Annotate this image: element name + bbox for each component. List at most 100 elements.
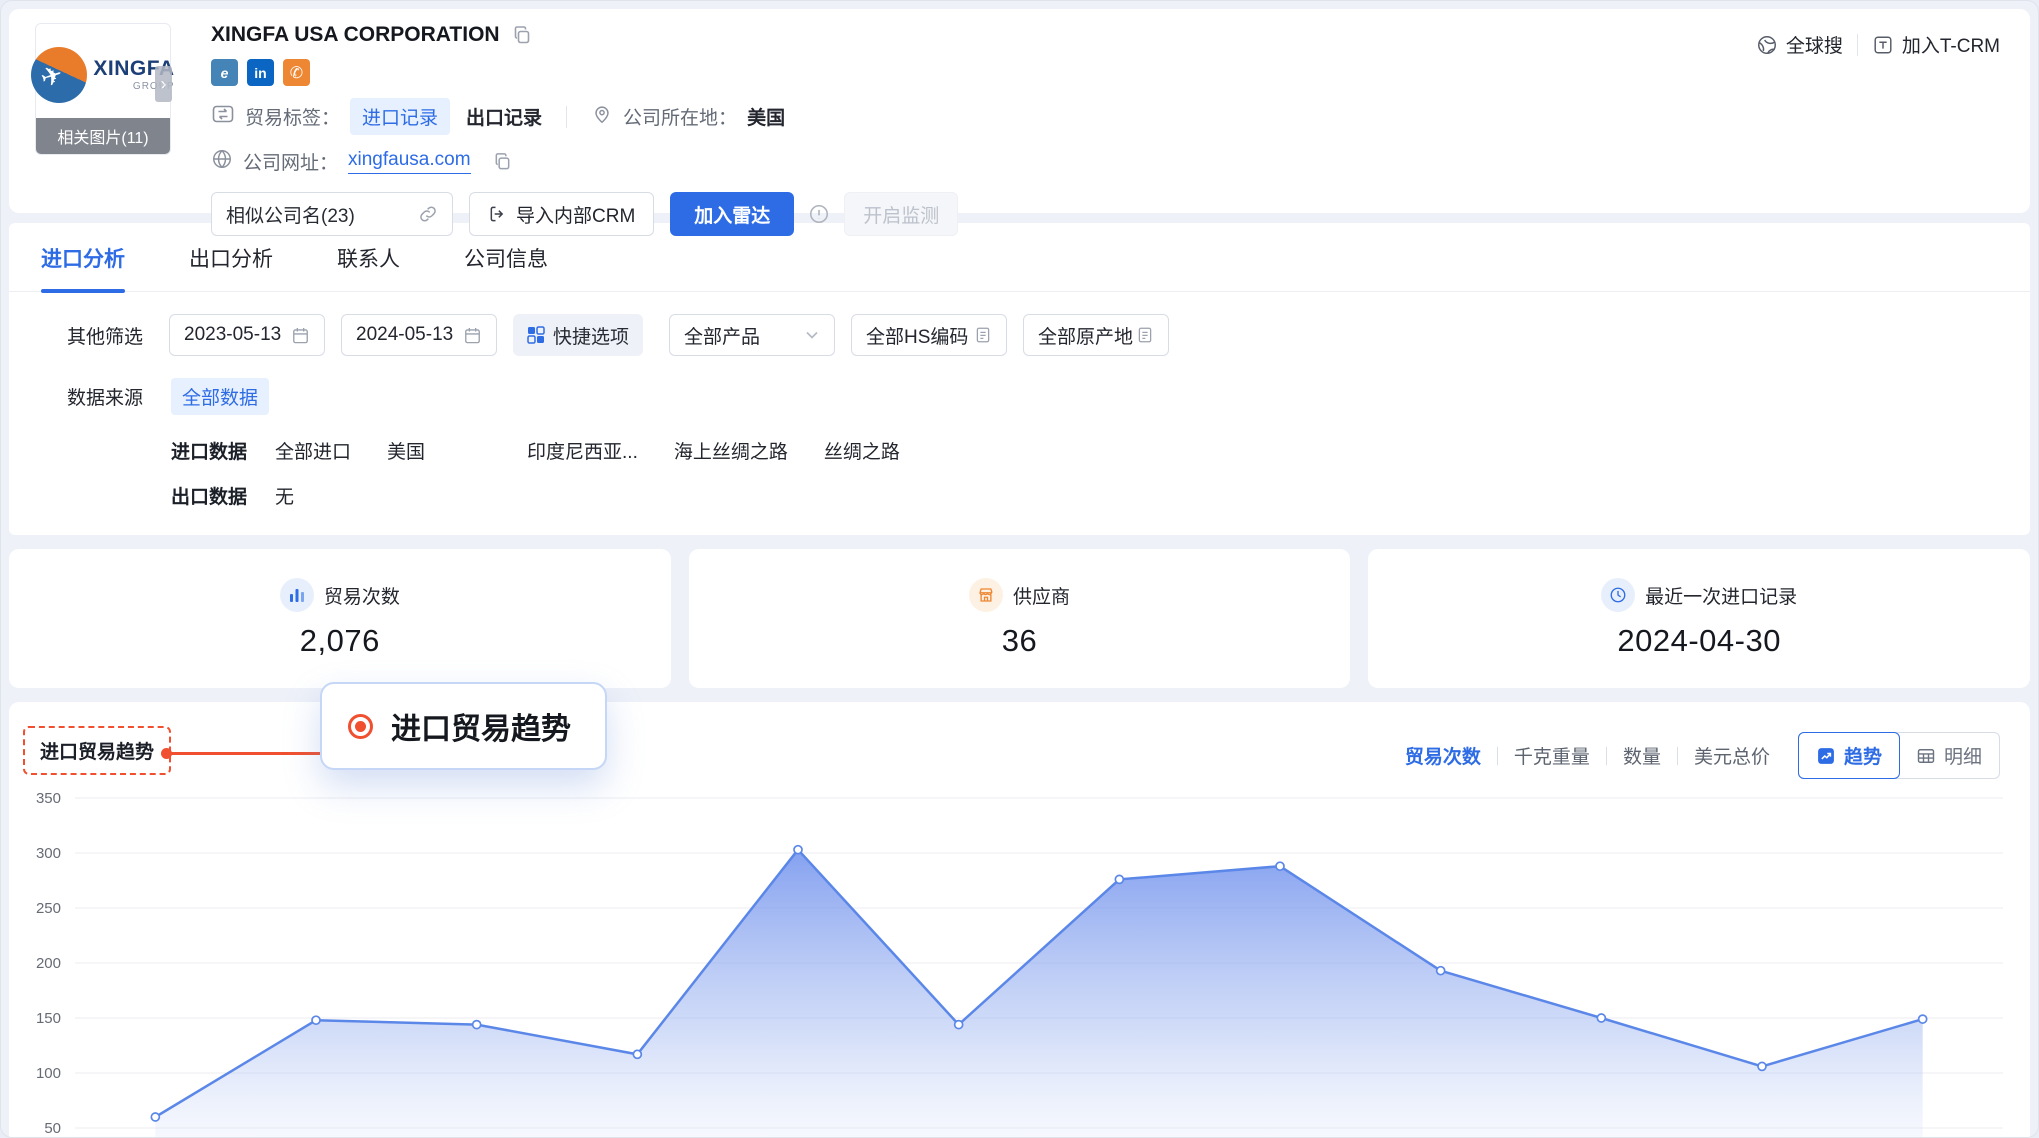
location-label: 公司所在地： <box>623 103 737 130</box>
all-hs-codes-value: 全部HS编码 <box>866 322 968 349</box>
company-location: 美国 <box>747 103 785 130</box>
location-pin-icon <box>591 103 613 130</box>
all-data-chip[interactable]: 全部数据 <box>171 378 269 415</box>
trend-icon <box>1816 746 1836 766</box>
export-data-value: 无 <box>275 482 294 509</box>
tab-export-analysis[interactable]: 出口分析 <box>189 243 273 291</box>
stat-card-suppliers: 供应商 36 <box>689 549 1351 688</box>
company-logo: ✈ XINGFA GROUP <box>36 24 170 120</box>
export-data-row: 出口数据 无 <box>9 482 2030 509</box>
copy-icon[interactable] <box>512 25 532 45</box>
company-info: XINGFA USA CORPORATION e in ✆ 贸易标签： 进口记录… <box>211 23 958 203</box>
chevron-down-icon <box>804 327 820 343</box>
grid-icon <box>527 326 545 344</box>
social-links: e in ✆ <box>211 59 958 86</box>
trade-tags-icon <box>211 102 235 131</box>
view-toggle: 趋势 明细 <box>1798 732 2000 779</box>
store-icon <box>969 578 1003 612</box>
table-icon <box>1916 746 1936 766</box>
phone-icon[interactable]: ✆ <box>283 59 310 86</box>
tab-contacts[interactable]: 联系人 <box>337 243 400 291</box>
svg-text:50: 50 <box>44 1120 61 1137</box>
start-monitor-label: 开启监测 <box>863 201 939 228</box>
import-source-item: 美国 <box>387 437 425 464</box>
tag-export-records[interactable]: 出口记录 <box>466 103 542 130</box>
toggle-trend-view[interactable]: 趋势 <box>1798 732 1900 779</box>
stat-value: 2024-04-30 <box>1617 623 1781 659</box>
calendar-icon <box>291 326 310 345</box>
date-to-value: 2024-05-13 <box>356 324 453 346</box>
import-source-item: 印度尼西亚... <box>527 437 638 464</box>
svg-text:300: 300 <box>36 845 61 862</box>
divider <box>1857 34 1858 56</box>
svg-text:100: 100 <box>36 1065 61 1082</box>
document-icon <box>974 326 992 344</box>
clock-icon <box>1601 578 1635 612</box>
stat-value: 2,076 <box>300 623 380 659</box>
metric-kg-weight[interactable]: 千克重量 <box>1514 742 1590 769</box>
all-products-select[interactable]: 全部产品 <box>669 314 835 356</box>
quick-options-button[interactable]: 快捷选项 <box>513 314 643 356</box>
annotation-callout: 进口贸易趋势 <box>320 682 607 770</box>
import-trend-section: 0501001502002503003502023-052023-062023-… <box>9 702 2030 1138</box>
filter-bar: 其他筛选 2023-05-13 2024-05-13 快捷选项 全部产品 全部H… <box>9 292 2030 356</box>
tag-import-records[interactable]: 进口记录 <box>350 98 450 135</box>
stat-label: 贸易次数 <box>324 582 400 609</box>
all-hs-codes-select[interactable]: 全部HS编码 <box>851 314 1007 356</box>
related-images-badge[interactable]: 相关图片(11) <box>36 118 170 154</box>
metric-quantity[interactable]: 数量 <box>1623 742 1661 769</box>
company-logo-card[interactable]: ✈ XINGFA GROUP › 相关图片(11) <box>35 23 171 155</box>
import-data-row: 进口数据 全部进口 美国 印度尼西亚... 海上丝绸之路 丝绸之路 <box>9 437 2030 464</box>
stat-value: 36 <box>1002 623 1037 659</box>
info-icon[interactable] <box>808 203 830 225</box>
website-icon[interactable]: e <box>211 59 238 86</box>
all-origins-select[interactable]: 全部原产地 <box>1023 314 1169 356</box>
import-source-item: 全部进口 <box>275 437 351 464</box>
join-tcrm-label: 加入T-CRM <box>1902 31 2000 58</box>
company-header: ✈ XINGFA GROUP › 相关图片(11) XINGFA USA COR… <box>9 9 2030 213</box>
annotation-title: 进口贸易趋势 <box>391 704 571 748</box>
target-ring-icon <box>348 714 373 739</box>
svg-text:200: 200 <box>36 955 61 972</box>
similar-companies-label: 相似公司名(23) <box>226 201 355 228</box>
annotation-dot <box>161 748 172 759</box>
other-filters-label: 其他筛选 <box>67 322 143 349</box>
divider <box>566 106 567 128</box>
toggle-detail-view[interactable]: 明细 <box>1899 733 1999 778</box>
import-crm-label: 导入内部CRM <box>516 201 635 228</box>
plane-icon: ✈ <box>37 58 67 94</box>
tcrm-icon <box>1872 34 1894 56</box>
svg-text:150: 150 <box>36 1010 61 1027</box>
svg-text:350: 350 <box>36 790 61 807</box>
quick-options-label: 快捷选项 <box>553 322 629 349</box>
tab-import-analysis[interactable]: 进口分析 <box>41 243 125 291</box>
global-search-button[interactable]: 全球搜 <box>1756 31 1843 58</box>
add-radar-button[interactable]: 加入雷达 <box>670 192 794 236</box>
logo-next-arrow[interactable]: › <box>155 66 172 102</box>
tab-company-info[interactable]: 公司信息 <box>464 243 548 291</box>
export-data-label: 出口数据 <box>171 482 275 509</box>
import-crm-button[interactable]: 导入内部CRM <box>469 192 654 236</box>
bar-chart-icon <box>280 578 314 612</box>
toggle-detail-label: 明细 <box>1944 742 1982 769</box>
add-radar-label: 加入雷达 <box>694 201 770 228</box>
similar-companies-button[interactable]: 相似公司名(23) <box>211 192 453 236</box>
trend-section-title: 进口贸易趋势 <box>23 726 171 775</box>
company-website-link[interactable]: xingfausa.com <box>348 149 471 174</box>
logo-globe-graphic: ✈ <box>31 47 87 103</box>
stat-label: 供应商 <box>1013 582 1070 609</box>
join-tcrm-button[interactable]: 加入T-CRM <box>1872 31 2000 58</box>
metric-trade-count[interactable]: 贸易次数 <box>1405 742 1481 769</box>
data-source-label: 数据来源 <box>67 383 171 410</box>
company-trade-page: ✈ XINGFA GROUP › 相关图片(11) XINGFA USA COR… <box>0 0 2039 1138</box>
stat-label: 最近一次进口记录 <box>1645 582 1797 609</box>
date-from-picker[interactable]: 2023-05-13 <box>169 314 325 356</box>
copy-website-icon[interactable] <box>493 152 512 171</box>
stat-card-latest-import: 最近一次进口记录 2024-04-30 <box>1368 549 2030 688</box>
date-to-picker[interactable]: 2024-05-13 <box>341 314 497 356</box>
import-icon <box>488 204 508 224</box>
data-source-row: 数据来源 全部数据 <box>9 378 2030 415</box>
metric-usd-total[interactable]: 美元总价 <box>1694 742 1770 769</box>
linkedin-icon[interactable]: in <box>247 59 274 86</box>
divider <box>1677 747 1678 765</box>
